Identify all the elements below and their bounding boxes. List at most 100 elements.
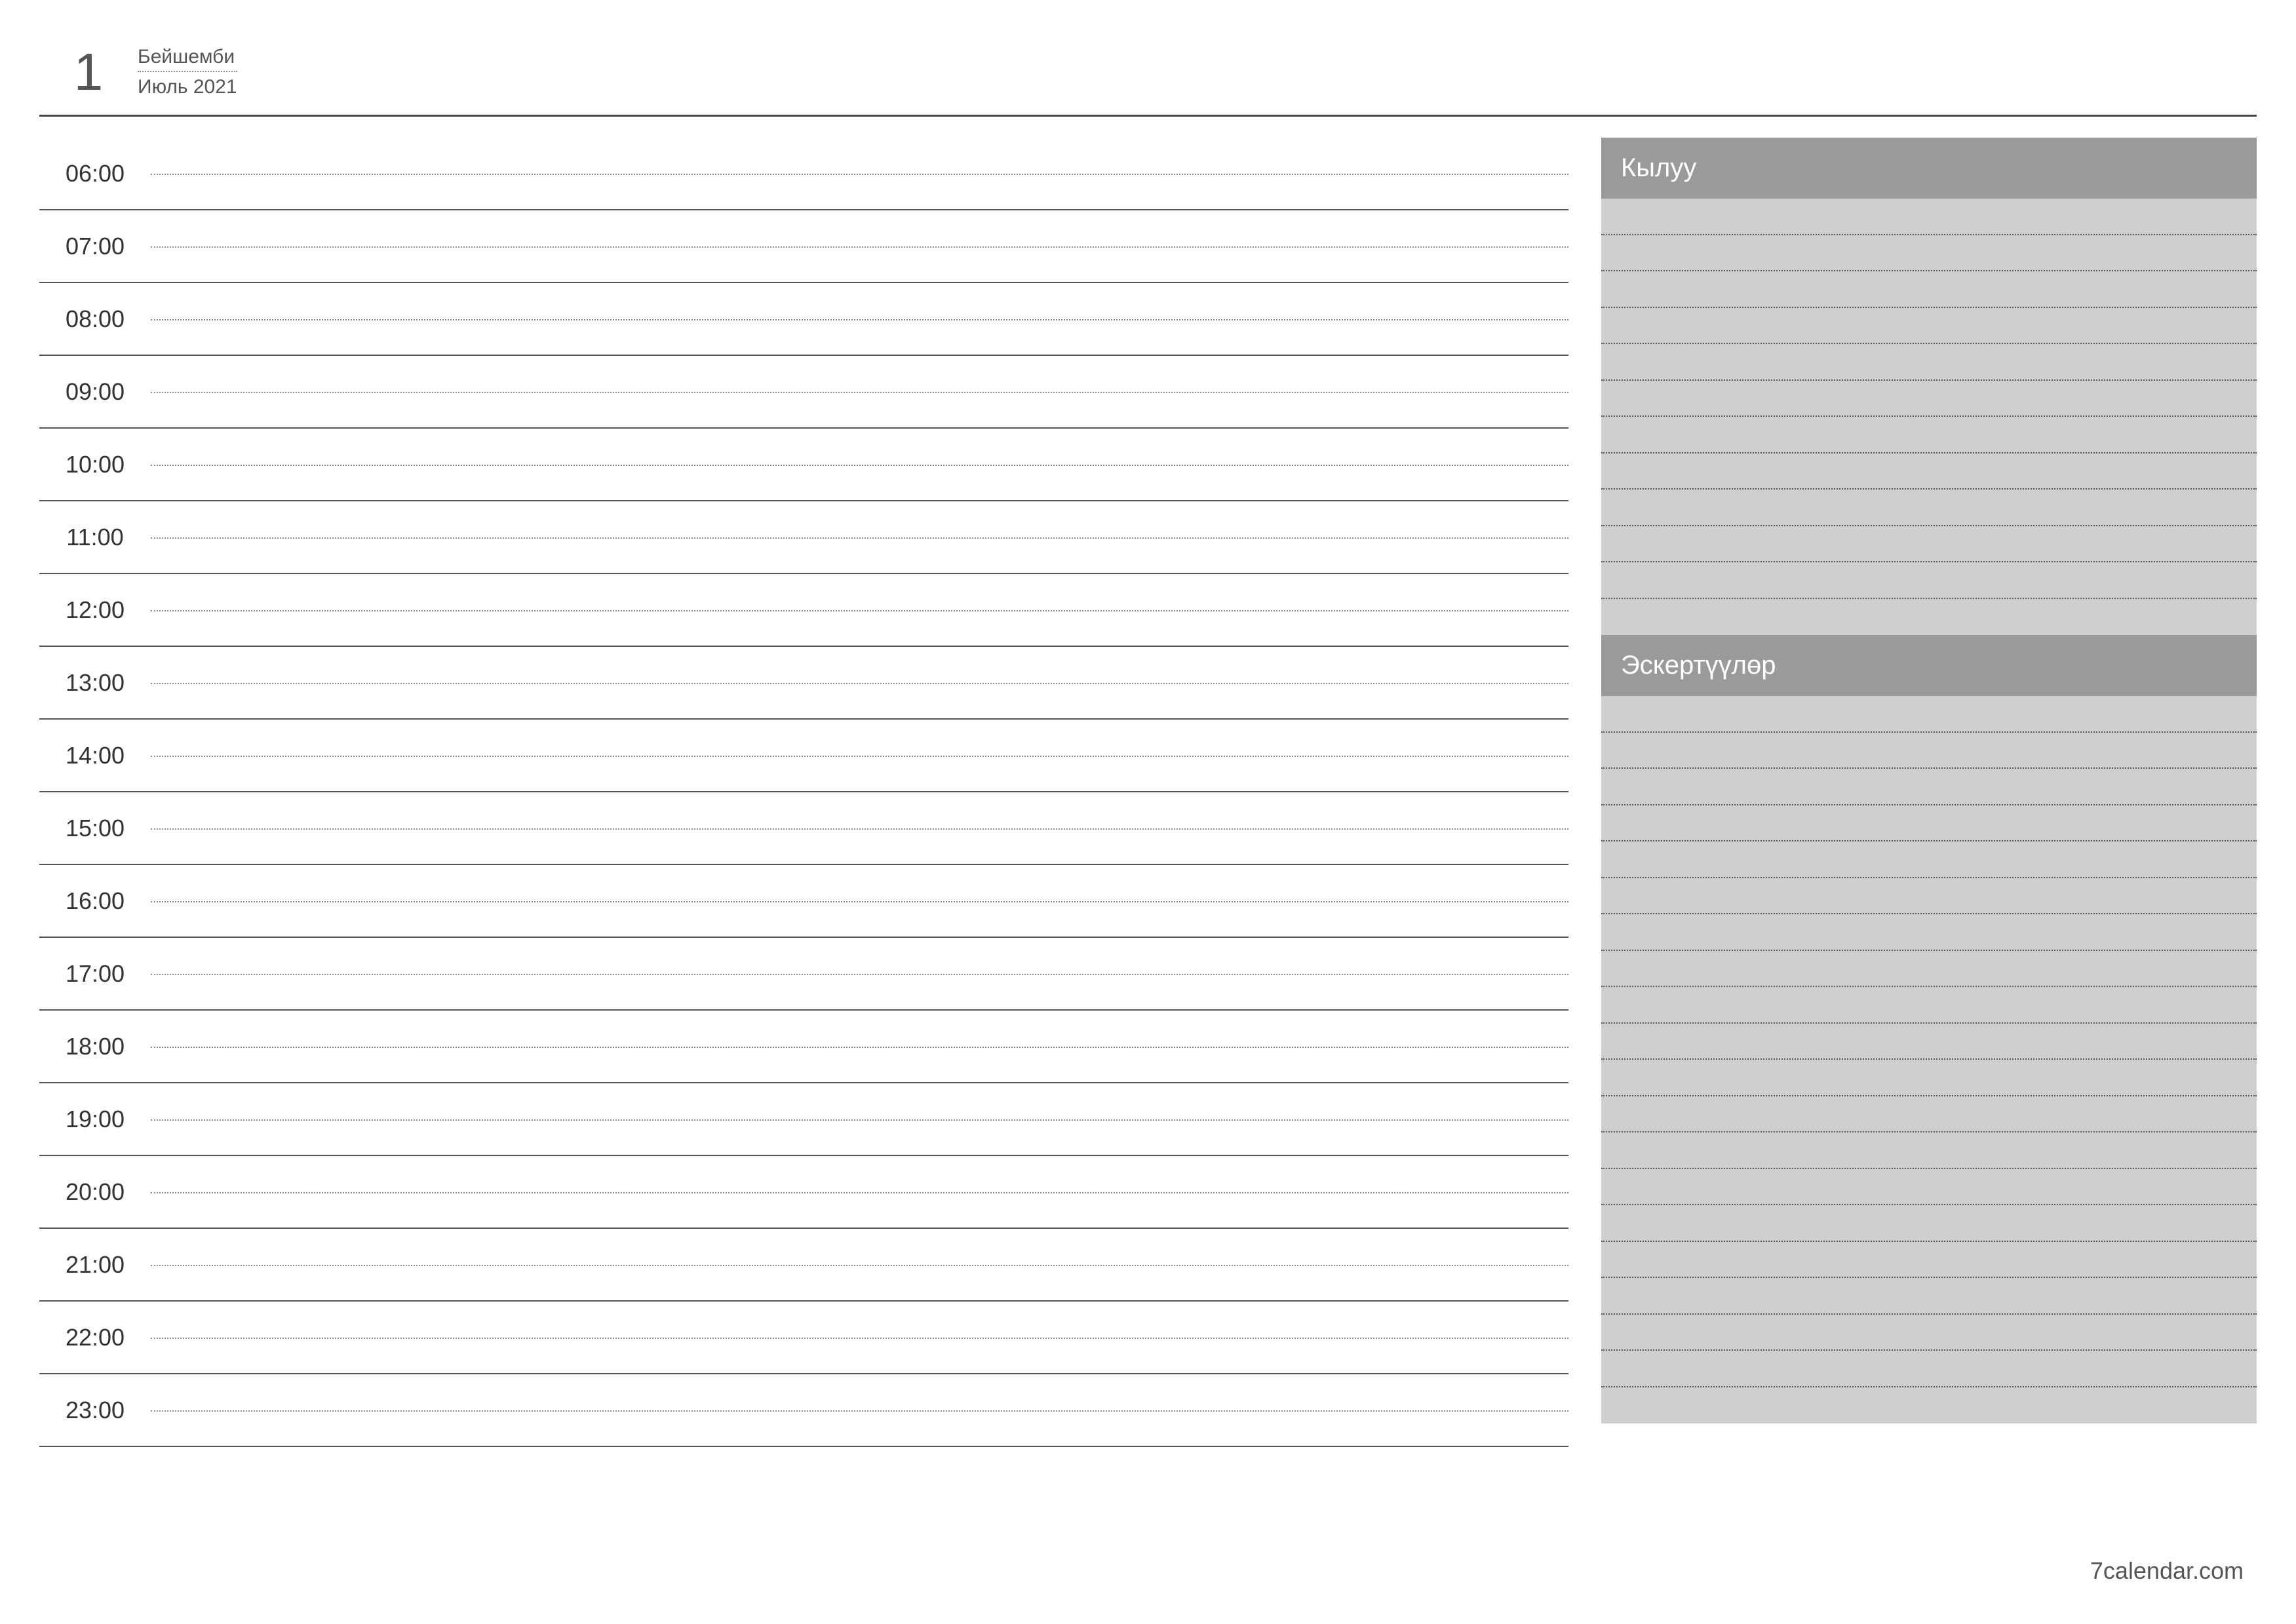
hour-row: 13:00 <box>39 647 1568 720</box>
hour-writing-line <box>151 683 1568 684</box>
notes-line <box>1601 1387 2257 1424</box>
hour-writing-line <box>151 465 1568 466</box>
hour-row: 06:00 <box>39 138 1568 210</box>
hour-label: 15:00 <box>39 815 151 842</box>
day-meta: Бейшемби Июль 2021 <box>138 46 237 98</box>
hour-row: 23:00 <box>39 1374 1568 1447</box>
todo-line <box>1601 381 2257 417</box>
hour-writing-line <box>151 974 1568 975</box>
notes-line <box>1601 1096 2257 1133</box>
todo-line <box>1601 454 2257 490</box>
notes-line <box>1601 1315 2257 1351</box>
todo-line <box>1601 199 2257 235</box>
hour-label: 22:00 <box>39 1324 151 1351</box>
hour-row: 08:00 <box>39 283 1568 356</box>
hour-label: 09:00 <box>39 378 151 406</box>
notes-line <box>1601 1278 2257 1315</box>
hour-label: 11:00 <box>39 524 151 551</box>
hour-row: 14:00 <box>39 720 1568 792</box>
notes-line <box>1601 1205 2257 1242</box>
hour-row: 07:00 <box>39 210 1568 283</box>
hour-label: 06:00 <box>39 160 151 187</box>
hour-label: 23:00 <box>39 1397 151 1424</box>
notes-panel: Эскертүүлөр <box>1601 635 2257 1423</box>
todo-panel: Кылуу <box>1601 138 2257 635</box>
hour-row: 18:00 <box>39 1011 1568 1083</box>
hour-row: 17:00 <box>39 938 1568 1011</box>
notes-line <box>1601 878 2257 915</box>
hour-writing-line <box>151 1338 1568 1339</box>
notes-line <box>1601 914 2257 951</box>
hour-writing-line <box>151 756 1568 757</box>
schedule-column: 06:00 07:00 08:00 09:00 10:00 11:00 12:00 13:00… <box>39 138 1568 1447</box>
hour-writing-line <box>151 537 1568 539</box>
hour-writing-line <box>151 174 1568 175</box>
notes-body <box>1601 696 2257 1423</box>
todo-title: Кылуу <box>1601 138 2257 199</box>
hour-label: 12:00 <box>39 596 151 624</box>
hour-writing-line <box>151 1192 1568 1193</box>
hour-row: 11:00 <box>39 501 1568 574</box>
hour-writing-line <box>151 319 1568 320</box>
hour-writing-line <box>151 1119 1568 1121</box>
hour-label: 20:00 <box>39 1178 151 1206</box>
notes-line <box>1601 696 2257 733</box>
hour-writing-line <box>151 1265 1568 1266</box>
todo-line <box>1601 562 2257 599</box>
todo-line <box>1601 235 2257 272</box>
todo-line <box>1601 599 2257 636</box>
notes-line <box>1601 841 2257 878</box>
notes-line <box>1601 769 2257 805</box>
planner-content: 06:00 07:00 08:00 09:00 10:00 11:00 12:00 13:00… <box>39 138 2257 1447</box>
notes-line <box>1601 1169 2257 1206</box>
day-number: 1 <box>39 46 138 98</box>
todo-line <box>1601 526 2257 563</box>
hour-row: 10:00 <box>39 429 1568 501</box>
footer-site: 7calendar.com <box>2090 1557 2244 1585</box>
hour-writing-line <box>151 392 1568 393</box>
hour-label: 08:00 <box>39 305 151 333</box>
hour-row: 16:00 <box>39 865 1568 938</box>
hour-row: 21:00 <box>39 1229 1568 1302</box>
hour-writing-line <box>151 901 1568 902</box>
notes-line <box>1601 733 2257 769</box>
hour-row: 09:00 <box>39 356 1568 429</box>
hour-row: 15:00 <box>39 792 1568 865</box>
notes-title: Эскертүүлөр <box>1601 635 2257 696</box>
todo-line <box>1601 417 2257 454</box>
todo-line <box>1601 308 2257 345</box>
hour-label: 18:00 <box>39 1033 151 1060</box>
todo-body <box>1601 199 2257 635</box>
hour-label: 16:00 <box>39 887 151 915</box>
hour-writing-line <box>151 828 1568 830</box>
hour-label: 19:00 <box>39 1106 151 1133</box>
sidebar-column: Кылуу Эскертүүлөр <box>1601 138 2257 1447</box>
day-name: Бейшемби <box>138 46 237 72</box>
notes-line <box>1601 1242 2257 1279</box>
hour-label: 17:00 <box>39 960 151 988</box>
notes-line <box>1601 1351 2257 1387</box>
hour-label: 21:00 <box>39 1251 151 1279</box>
notes-line <box>1601 805 2257 842</box>
hour-writing-line <box>151 1047 1568 1048</box>
notes-line <box>1601 1024 2257 1060</box>
hour-row: 19:00 <box>39 1083 1568 1156</box>
notes-line <box>1601 1060 2257 1096</box>
hour-label: 14:00 <box>39 742 151 769</box>
hour-row: 20:00 <box>39 1156 1568 1229</box>
hour-writing-line <box>151 1410 1568 1412</box>
hour-label: 07:00 <box>39 233 151 260</box>
hour-writing-line <box>151 246 1568 248</box>
month-year: Июль 2021 <box>138 73 237 98</box>
hour-label: 10:00 <box>39 451 151 478</box>
notes-line <box>1601 951 2257 988</box>
todo-line <box>1601 490 2257 526</box>
hour-label: 13:00 <box>39 669 151 697</box>
notes-line <box>1601 987 2257 1024</box>
planner-header: 1 Бейшемби Июль 2021 <box>39 46 2257 117</box>
todo-line <box>1601 344 2257 381</box>
hour-writing-line <box>151 610 1568 611</box>
todo-line <box>1601 271 2257 308</box>
notes-line <box>1601 1132 2257 1169</box>
hour-row: 12:00 <box>39 574 1568 647</box>
